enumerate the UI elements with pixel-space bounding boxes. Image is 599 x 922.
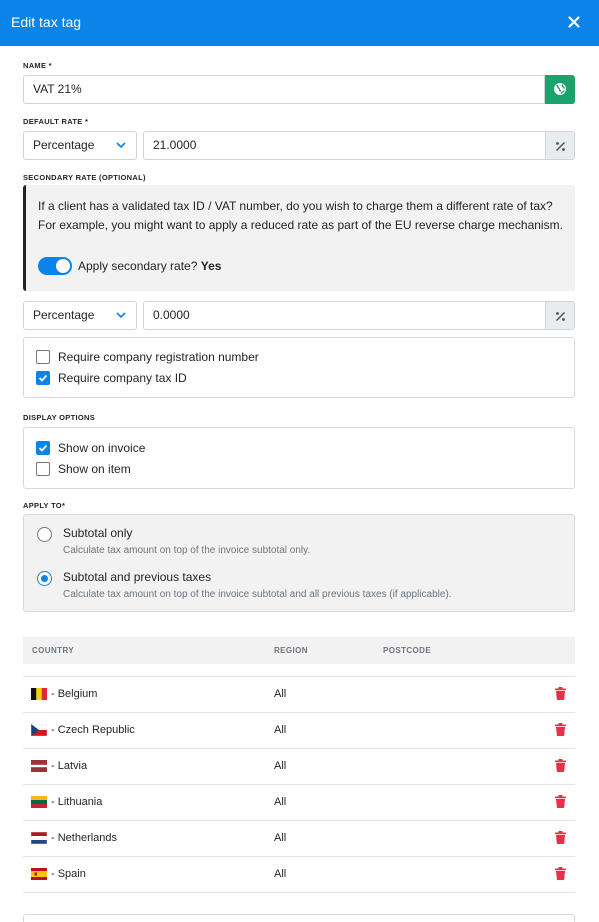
percent-icon [556, 142, 565, 151]
default-rate-input[interactable]: 21.0000 [143, 131, 546, 160]
lithuania-flag-icon [31, 796, 47, 808]
table-header: COUNTRY REGION POSTCODE [23, 637, 575, 664]
country-name: - Czech Republic [51, 724, 135, 736]
name-input[interactable]: VAT 21% [23, 75, 545, 104]
secondary-rate-info-text: If a client has a validated tax ID / VAT… [38, 199, 563, 232]
display-options-label: DISPLAY OPTIONS [23, 413, 96, 422]
column-region: REGION [274, 646, 308, 655]
percent-icon [556, 312, 565, 321]
checkbox-checked[interactable] [36, 371, 50, 385]
trash-icon[interactable] [555, 867, 566, 880]
table-bottom-border [23, 892, 575, 893]
subtotal-previous-desc: Calculate tax amount on top of the invoi… [63, 589, 452, 600]
percent-addon [545, 301, 575, 330]
subtotal-previous-title[interactable]: Subtotal and previous taxes [63, 570, 211, 584]
table-row: - Czech Republic All [23, 712, 575, 748]
column-postcode: POSTCODE [383, 646, 432, 655]
secondary-rate-label: SECONDARY RATE (OPTIONAL) [23, 173, 146, 182]
checkbox-checked[interactable] [36, 441, 50, 455]
trash-icon[interactable] [555, 723, 566, 736]
close-icon[interactable] [564, 12, 584, 32]
trash-icon[interactable] [555, 795, 566, 808]
chevron-down-icon [116, 312, 126, 319]
table-row: - Netherlands All [23, 820, 575, 856]
region-value: All [274, 688, 287, 700]
column-country: COUNTRY [32, 646, 75, 655]
apply-to-card: Subtotal only Calculate tax amount on to… [23, 514, 575, 612]
translate-button[interactable] [545, 75, 575, 104]
secondary-rate-info: If a client has a validated tax ID / VAT… [23, 185, 575, 291]
modal-header: Edit tax tag [0, 0, 599, 46]
require-registration-label: Require company registration number [58, 350, 259, 364]
chevron-down-icon [116, 142, 126, 149]
modal-title: Edit tax tag [11, 14, 82, 30]
region-value: All [274, 796, 287, 808]
country-name: - Latvia [51, 760, 88, 772]
region-value: All [274, 724, 287, 736]
country-name: - Netherlands [51, 832, 118, 844]
country-name: - Belgium [51, 688, 98, 700]
checkbox-unchecked[interactable] [36, 462, 50, 476]
secondary-rate-input[interactable]: 0.0000 [143, 301, 546, 330]
region-value: All [274, 832, 287, 844]
add-location-row [23, 914, 575, 922]
region-value: All [274, 760, 287, 772]
country-name: - Spain [51, 868, 86, 880]
table-row: - Belgium All [23, 676, 575, 712]
show-on-item-label: Show on item [58, 462, 131, 476]
belgium-flag-icon [31, 688, 47, 700]
apply-to-label: APPLY TO* [23, 501, 66, 510]
toggle-state: Yes [200, 259, 222, 273]
subtotal-only-radio[interactable] [37, 527, 52, 542]
default-rate-label: DEFAULT RATE * [23, 117, 89, 126]
subtotal-previous-radio[interactable] [37, 571, 52, 586]
percent-addon [545, 131, 575, 160]
latvia-flag-icon [31, 760, 47, 772]
table-row: - Spain All [23, 856, 575, 892]
trash-icon[interactable] [555, 759, 566, 772]
default-rate-type-value: Percentage [33, 138, 95, 152]
name-label: NAME * [23, 61, 52, 70]
require-tax-id-label: Require company tax ID [58, 371, 187, 385]
display-options-card: Show on invoice Show on item [23, 427, 575, 489]
secondary-rate-type-select[interactable]: Percentage [23, 301, 137, 330]
subtotal-only-desc: Calculate tax amount on top of the invoi… [63, 545, 311, 556]
spain-flag-icon [31, 868, 47, 880]
subtotal-only-title[interactable]: Subtotal only [63, 526, 132, 540]
checkbox-unchecked[interactable] [36, 350, 50, 364]
apply-secondary-rate-label: Apply secondary rate? Yes [78, 259, 222, 273]
trash-icon[interactable] [555, 687, 566, 700]
secondary-rate-type-value: Percentage [33, 308, 95, 322]
apply-secondary-rate-toggle[interactable] [38, 257, 72, 275]
show-on-invoice-label: Show on invoice [58, 441, 146, 455]
table-row: - Latvia All [23, 748, 575, 784]
czech-flag-icon [31, 724, 47, 736]
netherlands-flag-icon [31, 832, 47, 844]
secondary-requirements-card: Require company registration number Requ… [23, 337, 575, 398]
country-name: - Lithuania [51, 796, 103, 808]
default-rate-type-select[interactable]: Percentage [23, 131, 137, 160]
region-value: All [274, 868, 287, 880]
trash-icon[interactable] [555, 831, 566, 844]
globe-icon [554, 83, 566, 95]
table-row: - Lithuania All [23, 784, 575, 820]
